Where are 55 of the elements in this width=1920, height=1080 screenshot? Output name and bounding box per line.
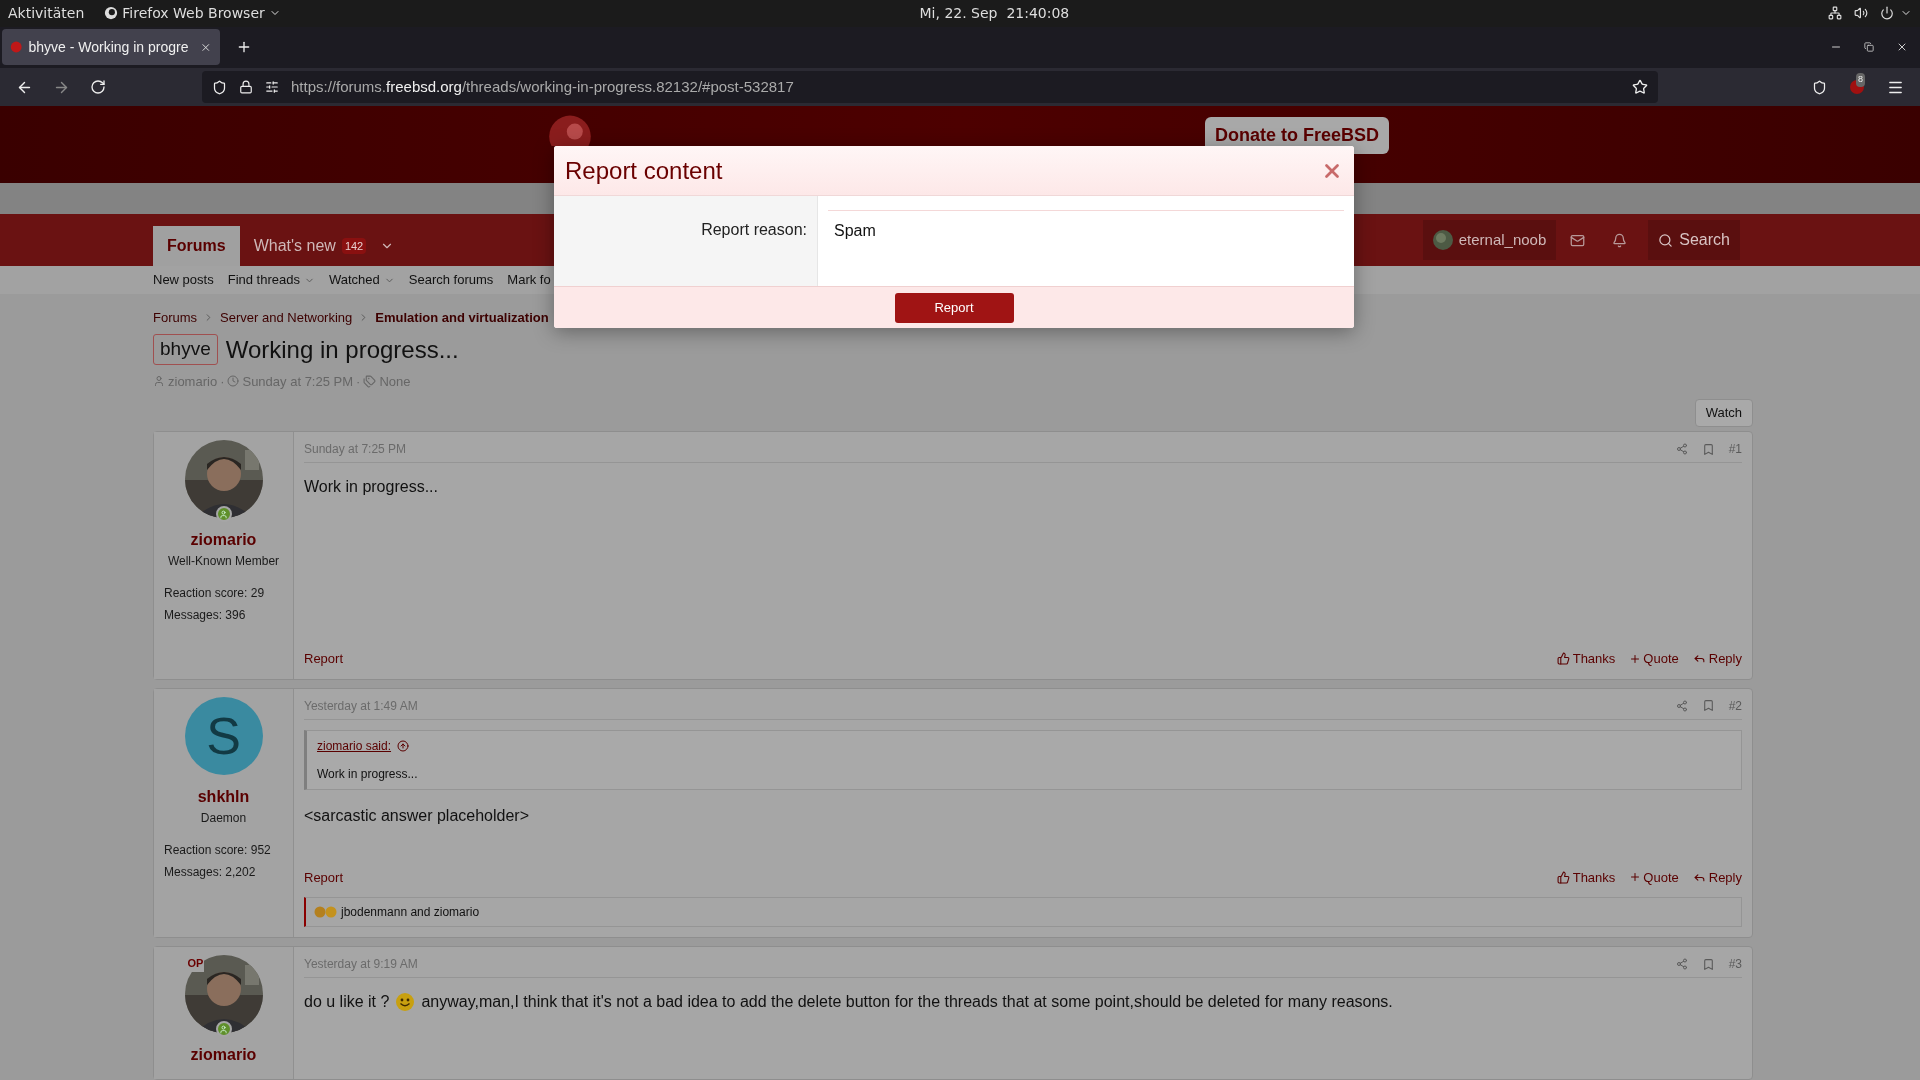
reactions-text[interactable]: jbodenmann and ziomario bbox=[341, 903, 480, 921]
post-text: anyway,man,I think that it's not a bad idea to add the delete button for the threads that at some point,should be deleted for many reasons. bbox=[421, 992, 1393, 1012]
search-button[interactable]: Search bbox=[1648, 220, 1740, 260]
breadcrumb-link[interactable]: Forums bbox=[153, 308, 198, 328]
nav-tab[interactable]: What's new 142 bbox=[239, 226, 381, 266]
user-title: Daemon bbox=[200, 809, 247, 827]
user-stat: Reaction score: 952 bbox=[164, 841, 271, 859]
post-text: do u like it ? bbox=[304, 992, 390, 1012]
user-title: Well-Known Member bbox=[167, 553, 280, 570]
separator-dot: · bbox=[356, 372, 361, 391]
count-badge: 142 bbox=[341, 237, 367, 255]
thanks-button[interactable]: Thanks bbox=[1556, 649, 1616, 669]
tab-title: bhyve - Working in progre bbox=[28, 37, 189, 57]
report-link[interactable]: Report bbox=[304, 649, 344, 669]
url-bar[interactable]: https://forums.freebsd.org/threads/working-in-progress.82132/#post-532817 bbox=[202, 71, 1658, 104]
user-stat: Reaction score: 29 bbox=[164, 585, 265, 602]
url-text: https://forums.freebsd.org/threads/working-in-progress.82132/#post-532817 bbox=[291, 76, 794, 97]
separator-dot: · bbox=[220, 372, 225, 391]
clock[interactable]: Mi, 22. Sep 21:40:08 bbox=[919, 2, 1070, 24]
subnav-link[interactable]: Find threads bbox=[227, 270, 300, 290]
breadcrumb-link[interactable]: Server and Networking bbox=[220, 308, 353, 328]
username[interactable]: ziomario bbox=[190, 528, 257, 552]
dialog-title: Report content bbox=[565, 155, 723, 186]
user-stat: Messages: 396 bbox=[164, 607, 247, 624]
quote-button[interactable]: Quote bbox=[1629, 649, 1679, 669]
thanks-button[interactable]: Thanks bbox=[1556, 867, 1616, 887]
subnav-link[interactable]: Mark fo bbox=[507, 270, 551, 290]
thread-title: Working in progress... bbox=[225, 334, 459, 365]
activities-button[interactable]: Aktivitäten bbox=[8, 2, 85, 24]
subnav-link[interactable]: Watched bbox=[328, 270, 380, 290]
browser-tab[interactable]: bhyve - Working in progre bbox=[2, 29, 220, 66]
post-text: Work in progress... bbox=[304, 477, 438, 497]
watch-button[interactable]: Watch bbox=[1694, 399, 1753, 427]
report-link[interactable]: Report bbox=[304, 867, 344, 887]
prefix-label[interactable]: bhyve bbox=[153, 334, 218, 365]
quote-text: Work in progress... bbox=[317, 765, 419, 783]
reply-button[interactable]: Reply bbox=[1692, 649, 1742, 669]
subnav-link[interactable]: New posts bbox=[153, 270, 214, 290]
user-stat: Messages: 2,202 bbox=[164, 863, 257, 881]
username[interactable]: ziomario bbox=[190, 1043, 257, 1067]
nav-tab[interactable]: Forums bbox=[153, 226, 240, 266]
user-menu[interactable]: eternal_noob bbox=[1422, 220, 1557, 260]
post-text: <sarcastic answer placeholder> bbox=[304, 805, 529, 826]
field-label: Report reason: bbox=[701, 220, 807, 240]
quote-button[interactable]: Quote bbox=[1629, 867, 1679, 887]
reason-textarea[interactable]: Spam bbox=[828, 210, 1344, 270]
user-avatar: S bbox=[184, 696, 263, 775]
quote-author-link[interactable]: ziomario said: bbox=[317, 736, 392, 755]
breadcrumb-link[interactable]: Emulation and virtualization bbox=[375, 308, 549, 328]
extension-badge: 8 bbox=[1856, 73, 1865, 87]
app-menu[interactable]: Firefox Web Browser bbox=[122, 2, 265, 24]
subnav-link[interactable]: Search forums bbox=[408, 270, 494, 290]
username[interactable]: shkhln bbox=[197, 784, 250, 809]
reply-button[interactable]: Reply bbox=[1692, 867, 1742, 887]
report-button[interactable]: Report bbox=[894, 292, 1014, 323]
